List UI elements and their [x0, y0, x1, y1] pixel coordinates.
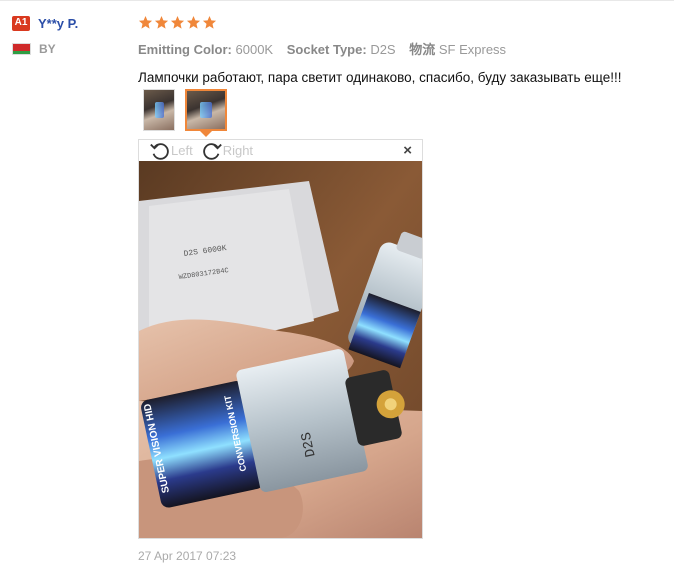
buyer-level-badge: A1 [12, 15, 30, 31]
star-icon [154, 15, 169, 29]
rotate-left-button[interactable]: Left [149, 140, 193, 162]
review-content: Emitting Color: 6000K Socket Type: D2S 物… [138, 13, 668, 85]
star-icon [138, 15, 153, 29]
rating-stars [138, 13, 668, 31]
active-thumbnail-pointer [199, 130, 213, 137]
image-viewer: Left Right × D2S 6000K WZD803172B4C SUPE… [138, 139, 423, 539]
review-photo: D2S 6000K WZD803172B4C SUPER VISION HID … [139, 161, 422, 538]
close-icon[interactable]: × [403, 142, 412, 159]
product-attributes: Emitting Color: 6000K Socket Type: D2S 物… [138, 39, 668, 58]
viewer-toolbar: Left Right × [139, 140, 422, 161]
review-text: Лампочки работают, пара светит одинаково… [138, 70, 622, 85]
attr-value-socket-type: D2S [370, 42, 396, 57]
rotate-left-label: Left [171, 143, 193, 158]
attr-value-emitting-color: 6000K [235, 42, 274, 57]
divider [0, 0, 674, 1]
rotate-right-icon [202, 142, 222, 160]
review-date: 27 Apr 2017 07:23 [138, 549, 237, 563]
buyer-country: BY [39, 42, 56, 56]
attr-key-socket-type: Socket Type: [286, 42, 367, 57]
attr-value-logistics: SF Express [438, 42, 507, 57]
star-icon [170, 15, 185, 29]
rotate-right-label: Right [222, 143, 254, 158]
review-photo-image: D2S 6000K WZD803172B4C SUPER VISION HID … [139, 161, 422, 538]
rotate-left-icon [150, 142, 169, 160]
review-thumbnails [143, 89, 227, 131]
review-thumbnail-1[interactable] [143, 89, 175, 131]
review-thumbnail-2[interactable] [185, 89, 227, 131]
attr-key-logistics: 物流 [409, 42, 436, 57]
buyer-name: Y**y P. [38, 15, 79, 31]
star-icon [202, 15, 217, 29]
star-icon [186, 15, 201, 29]
rotate-right-button[interactable]: Right [201, 140, 253, 162]
buyer-info: A1 Y**y P. BY [12, 14, 130, 56]
belarus-flag-icon [12, 43, 31, 55]
attr-key-emitting-color: Emitting Color: [138, 42, 232, 57]
